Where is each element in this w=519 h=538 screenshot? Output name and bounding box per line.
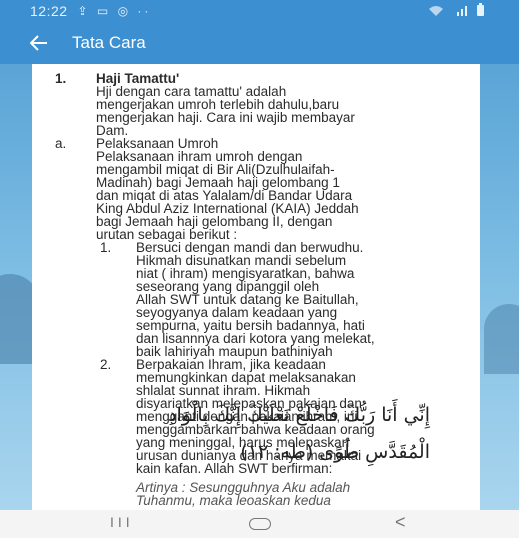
sub-description: Pelaksanaan ihram umroh dengan mengambil… <box>96 150 359 242</box>
content-card[interactable]: 1. Haji Tamattu' Hji dengan cara tamattu… <box>32 64 480 510</box>
sub-label: a. <box>55 136 67 151</box>
system-nav-bar: III < <box>0 510 519 538</box>
home-button[interactable] <box>249 518 271 530</box>
item-number: 1. <box>55 71 67 86</box>
translation: Artinya : Sesungguhnya Aku adalah Tuhanm… <box>136 481 350 508</box>
notification-icons: ⇪ ▭ ◎ ·· <box>77 4 152 18</box>
step-number: 2. <box>100 357 112 372</box>
status-bar: 12:22 ⇪ ▭ ◎ ·· <box>0 0 519 22</box>
system-back-button[interactable]: < <box>395 512 406 533</box>
text-line: mengerjakan haji. Cara ini wajib membaya… <box>96 110 355 125</box>
item-description: Hji dengan cara tamattu' adalah mengerja… <box>96 85 355 138</box>
text-line: kain kafan. Allah SWT berfirman: <box>136 461 333 476</box>
back-button[interactable] <box>22 26 56 60</box>
signal-battery-icons <box>427 3 491 20</box>
step-number: 1. <box>100 240 112 255</box>
page-title: Tata Cara <box>72 33 146 52</box>
app-bar: Tata Cara <box>0 22 519 64</box>
recent-apps-button[interactable]: III <box>110 514 134 530</box>
wifi-signal-battery-icon <box>429 3 484 16</box>
arabic-verse: الْمُقَدَّسِ طُوًى (طه: ١٢) <box>240 441 430 463</box>
text-line: Tuhanmu, maka leoaskan kedua <box>136 493 331 508</box>
background-dome <box>484 304 519 374</box>
step-description: Bersuci dengan mandi dan berwudhu. Hikma… <box>136 241 375 359</box>
arrow-left-icon <box>30 35 47 51</box>
arabic-verse: إِنِّي أَنَا رَبُّكَ فَاخْلَعْ نَعْلَيْك… <box>168 404 430 426</box>
status-time: 12:22 <box>30 3 68 19</box>
